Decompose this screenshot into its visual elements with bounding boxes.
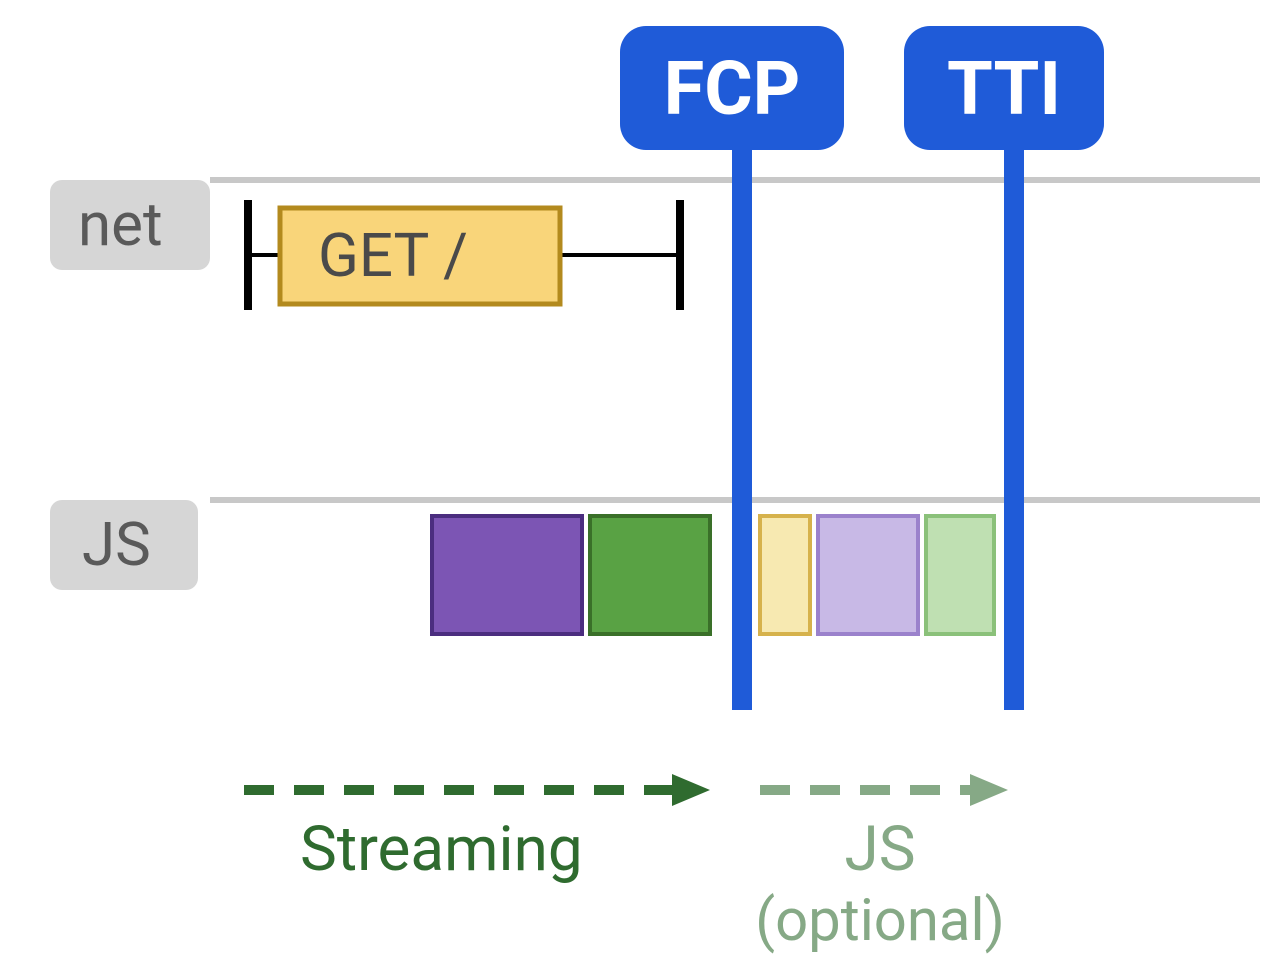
js-optional-phase: JS (optional) bbox=[755, 774, 1008, 955]
net-request-span: GET / bbox=[248, 200, 680, 310]
streaming-label: Streaming bbox=[300, 813, 583, 886]
net-lane-label: net bbox=[50, 180, 210, 270]
js-optional-label-2: (optional) bbox=[755, 887, 1005, 955]
js-optional-label-1: JS bbox=[844, 813, 915, 886]
js-lane-text: JS bbox=[82, 509, 151, 580]
js-block-green-faded bbox=[926, 516, 994, 634]
js-block-purple-faded bbox=[818, 516, 918, 634]
js-block-green bbox=[590, 516, 710, 634]
streaming-phase: Streaming bbox=[244, 774, 710, 886]
rendering-timeline-diagram: net JS GET / FCP TTI Streaming bbox=[0, 0, 1272, 974]
get-request-label: GET / bbox=[318, 220, 468, 291]
js-block-yellow-faded bbox=[760, 516, 810, 634]
js-block-purple bbox=[432, 516, 582, 634]
fcp-label: FCP bbox=[664, 46, 801, 133]
net-lane-text: net bbox=[78, 189, 163, 260]
tti-label: TTI bbox=[947, 46, 1061, 133]
js-lane-label: JS bbox=[50, 500, 198, 590]
